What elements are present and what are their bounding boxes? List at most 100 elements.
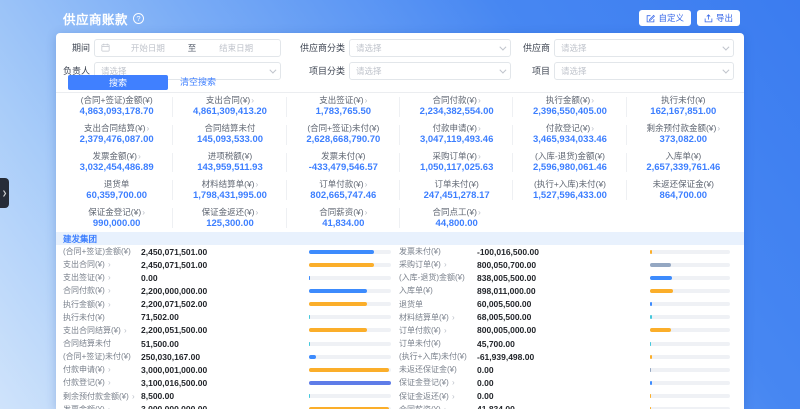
metric-label: 入库单(¥) xyxy=(399,286,433,295)
top-bar: 供应商账款 ? 自定义 导出 xyxy=(63,8,740,28)
metric-bar-track xyxy=(650,263,730,267)
metric-value: 0.00 xyxy=(477,365,650,375)
metric-bar-fill xyxy=(650,289,673,293)
summary-card[interactable]: 材料结算单(¥)›1,798,431,995.00 xyxy=(173,176,286,204)
summary-card[interactable]: 支出合同结算(¥)›2,379,476,087.00 xyxy=(60,121,173,149)
metric-value: 0.00 xyxy=(477,378,650,388)
summary-card[interactable]: 发票金额(¥)›3,032,454,486.89 xyxy=(60,149,173,177)
card-label: (入库-退货)金额(¥) xyxy=(535,151,605,161)
card-label: 合同结算未付 xyxy=(204,123,255,133)
metric-value: 3,000,001,000.00 xyxy=(141,365,309,375)
metric-row[interactable]: 支出合同结算(¥) ›2,200,051,500.00 xyxy=(56,324,393,337)
summary-card[interactable]: 剩余预付款金额(¥)›373,082.00 xyxy=(627,121,740,149)
help-icon[interactable]: ? xyxy=(133,13,144,24)
metric-bar-track xyxy=(309,368,391,372)
card-value: 2,657,339,761.46 xyxy=(627,162,740,174)
summary-card[interactable]: 支出合同(¥)›4,861,309,413.20 xyxy=(173,93,286,121)
select-placeholder: 请选择 xyxy=(356,65,382,77)
card-value: 2,596,980,061.46 xyxy=(513,162,626,174)
metric-row[interactable]: 支出合同(¥) ›2,450,071,501.00 xyxy=(56,258,393,271)
group-section-header: 建发集团 xyxy=(56,232,744,245)
metric-label: 剩余预付款金额(¥) xyxy=(63,392,129,401)
card-value: 3,047,119,493.46 xyxy=(400,134,513,146)
metric-bar-track xyxy=(650,394,730,398)
summary-card[interactable]: 支出签证(¥)›1,783,765.50 xyxy=(287,93,400,121)
card-label: 合同付款(¥) xyxy=(433,95,477,105)
metric-row[interactable]: 执行金额(¥) ›2,200,071,502.00 xyxy=(56,298,393,311)
drilldown-arrow-icon: › xyxy=(251,95,254,105)
supplier-select[interactable]: 请选择 xyxy=(554,39,734,57)
drilldown-arrow-icon: › xyxy=(478,151,481,161)
metric-bar-track xyxy=(650,355,730,359)
card-value: 143,959,511.93 xyxy=(173,162,286,174)
card-label: 材料结算单(¥) xyxy=(202,179,255,189)
export-icon xyxy=(704,14,713,23)
drilldown-arrow-icon: › xyxy=(365,95,368,105)
summary-card: 进项税额(¥)143,959,511.93 xyxy=(173,149,286,177)
summary-card[interactable]: 保证金登记(¥)›990,000.00 xyxy=(60,204,173,232)
metric-row[interactable]: 发票金额(¥) ›3,000,000,000.00 xyxy=(56,403,393,409)
metric-label: 合同结算未付 xyxy=(63,339,111,348)
card-value: 125,300.00 xyxy=(173,218,286,230)
metric-row[interactable]: 采购订单(¥) ›800,050,700.00 xyxy=(393,258,744,271)
summary-card: (合同+签证)未付(¥)2,628,668,790.70 xyxy=(287,121,400,149)
card-value: 44,800.00 xyxy=(400,218,513,230)
page-title: 供应商账款 xyxy=(63,9,128,28)
metric-bar-track xyxy=(309,263,391,267)
metric-row: (合同+签证)未付(¥)250,030,167.00 xyxy=(56,350,393,363)
metric-row[interactable]: 剩余预付款金额(¥) ›8,500.00 xyxy=(56,390,393,403)
metric-row[interactable]: 保证金登记(¥) ›0.00 xyxy=(393,376,744,389)
card-value: 990,000.00 xyxy=(60,218,173,230)
metric-bar-fill xyxy=(650,368,651,372)
metric-bar-track xyxy=(309,289,391,293)
search-button[interactable]: 搜索 xyxy=(68,75,168,90)
clear-search-link[interactable]: 清空搜索 xyxy=(180,75,216,90)
summary-card[interactable]: 付款登记(¥)›3,465,934,033.46 xyxy=(513,121,626,149)
metric-label: (执行+入库)未付(¥) xyxy=(399,352,467,361)
metric-value: 2,450,071,501.00 xyxy=(141,247,309,257)
metric-bar-track xyxy=(309,342,391,346)
metric-row[interactable]: 付款申请(¥) ›3,000,001,000.00 xyxy=(56,363,393,376)
metric-row[interactable]: 订单付款(¥) ›800,005,000.00 xyxy=(393,324,744,337)
card-label: (合同+签证)未付(¥) xyxy=(307,123,379,133)
metric-row[interactable]: 合同薪资(¥) ›41,834.00 xyxy=(393,403,744,409)
collapsed-sidebar-handle[interactable]: ❯ xyxy=(0,178,9,208)
export-button[interactable]: 导出 xyxy=(697,10,740,26)
metric-bar-track xyxy=(650,302,730,306)
metric-value: 2,200,051,500.00 xyxy=(141,325,309,335)
summary-card[interactable]: 保证金返还(¥)›125,300.00 xyxy=(173,204,286,232)
metric-row: 发票未付(¥)-100,016,500.00 xyxy=(393,245,744,258)
metric-row[interactable]: 合同付款(¥) ›2,200,000,000.00 xyxy=(56,284,393,297)
card-value: 373,082.00 xyxy=(627,134,740,146)
metric-row: 合同结算未付51,500.00 xyxy=(56,337,393,350)
metric-bar-fill xyxy=(309,315,310,319)
metric-value: 60,005,500.00 xyxy=(477,299,650,309)
summary-card[interactable]: 执行金额(¥)›2,396,550,405.00 xyxy=(513,93,626,121)
summary-card[interactable]: 合同点工(¥)›44,800.00 xyxy=(400,204,513,232)
supplier-category-select[interactable]: 请选择 xyxy=(349,39,511,57)
metric-row[interactable]: 材料结算单(¥) ›68,005,500.00 xyxy=(393,311,744,324)
metric-bar-fill xyxy=(309,250,374,254)
group-title[interactable]: 建发集团 xyxy=(63,233,97,245)
metric-row[interactable]: 保证金返还(¥) ›0.00 xyxy=(393,390,744,403)
metric-row[interactable]: 付款登记(¥) ›3,100,016,500.00 xyxy=(56,376,393,389)
date-range-input[interactable]: 开始日期 至 结束日期 xyxy=(94,39,281,57)
metric-label: 执行金额(¥) xyxy=(63,300,105,309)
drilldown-arrow-icon: › xyxy=(365,179,368,189)
metric-row[interactable]: 支出签证(¥) ›0.00 xyxy=(56,271,393,284)
summary-card-row: (合同+签证)金额(¥)4,863,093,178.70支出合同(¥)›4,86… xyxy=(60,93,740,121)
summary-card[interactable]: 合同薪资(¥)›41,834.00 xyxy=(287,204,400,232)
summary-card[interactable]: 合同付款(¥)›2,234,382,554.00 xyxy=(400,93,513,121)
card-label: 执行未付(¥) xyxy=(661,95,705,105)
summary-card[interactable]: 付款申请(¥)›3,047,119,493.46 xyxy=(400,121,513,149)
summary-card[interactable]: 订单付款(¥)›802,665,747.46 xyxy=(287,176,400,204)
metric-label: 发票未付(¥) xyxy=(399,247,441,256)
summary-card[interactable]: 采购订单(¥)›1,050,117,025.63 xyxy=(400,149,513,177)
start-date-placeholder: 开始日期 xyxy=(110,42,186,54)
metric-label: 合同付款(¥) xyxy=(63,286,105,295)
summary-cards-grid: (合同+签证)金额(¥)4,863,093,178.70支出合同(¥)›4,86… xyxy=(56,93,744,232)
project-select[interactable]: 请选择 xyxy=(554,62,734,80)
project-category-select[interactable]: 请选择 xyxy=(349,62,511,80)
customize-button[interactable]: 自定义 xyxy=(639,10,691,26)
metric-bar-track xyxy=(650,315,730,319)
